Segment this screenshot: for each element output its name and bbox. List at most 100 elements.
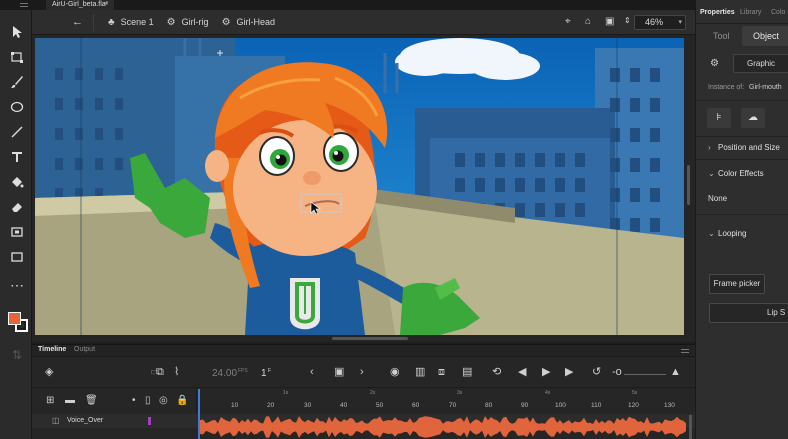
step-forward-icon[interactable]: ▶ (565, 366, 573, 379)
outline-icon[interactable]: ▯ (145, 395, 151, 406)
timeline-panel: Timeline Output ◈ ▭ ⧉ ⌇ 24.00 FPS 1 F ‹ … (32, 344, 695, 439)
layers-icon[interactable]: ◈ (45, 366, 53, 379)
eraser-tool-icon[interactable] (6, 197, 28, 217)
instance-label: Instance of: (708, 84, 745, 91)
timeline-scrollbar[interactable] (689, 415, 692, 439)
lock-icon[interactable]: 🔒 (176, 395, 188, 406)
selection-tool-icon[interactable] (6, 22, 28, 42)
next-keyframe-icon[interactable]: › (360, 366, 364, 379)
frame-picker-button[interactable]: Frame picker (709, 274, 765, 294)
tab-properties[interactable]: Properties (700, 9, 735, 16)
new-layer-icon[interactable]: ⊞ (46, 395, 54, 406)
text-tool-icon[interactable] (6, 147, 28, 167)
fps-value[interactable]: 24.00 (212, 368, 237, 379)
tab-library[interactable]: Library (740, 9, 761, 16)
timeline-ruler[interactable]: 1s 2s 3s 4s 5s 10 20 30 40 50 60 70 80 9… (198, 389, 695, 413)
frame-number: 90 (521, 402, 529, 409)
tab-tool[interactable]: Tool (713, 31, 730, 41)
swap-colors-icon[interactable]: ⇅ (6, 345, 28, 365)
play-icon[interactable]: ▶ (542, 366, 550, 379)
seconds-label: 4s (545, 390, 551, 396)
back-button[interactable]: ← (72, 16, 83, 28)
breadcrumb-girl-rig[interactable]: ⚙ Girl-rig (167, 17, 209, 28)
chevron-right-icon: › (708, 143, 711, 152)
breadcrumb-scene[interactable]: ♣ Scene 1 (108, 17, 154, 28)
graphic-symbol-icon: ⚙ (710, 58, 719, 69)
current-frame-value[interactable]: 1 (261, 368, 267, 379)
horizontal-scrollbar[interactable] (332, 337, 408, 340)
fit-frame-icon[interactable]: ▣ (605, 16, 614, 27)
free-transform-tool-icon[interactable] (6, 47, 28, 67)
insert-keyframe-icon[interactable]: ▣ (334, 366, 344, 379)
line-tool-icon[interactable] (6, 122, 28, 142)
symbol-type-value: Graphic (747, 59, 776, 68)
color-effect-select[interactable]: None (708, 194, 788, 206)
vertical-scrollbar[interactable] (687, 165, 690, 205)
divider (93, 13, 94, 31)
layer-color-chip[interactable] (148, 417, 151, 425)
panel-menu-icon[interactable] (681, 349, 689, 353)
divider (696, 159, 788, 160)
close-tab-icon[interactable]: × (104, 0, 108, 10)
paint-bucket-tool-icon[interactable] (6, 172, 28, 192)
fill-color-swatch[interactable] (8, 312, 21, 325)
oval-tool-icon[interactable] (6, 97, 28, 117)
tab-output[interactable]: Output (74, 346, 95, 353)
rectangle-tool-icon[interactable] (6, 247, 28, 267)
insert-frame-icon[interactable]: ▤ (462, 366, 472, 379)
breadcrumb-girl-head[interactable]: ⚙ Girl-Head (222, 17, 275, 28)
frame-number: 50 (376, 402, 384, 409)
symbol-type-select[interactable]: Graphic (733, 54, 788, 73)
center-stage-icon[interactable]: ⌖ (565, 16, 571, 27)
section-looping[interactable]: ⌄ Looping (708, 229, 746, 238)
document-tab-bar: AirU-Girl_beta.fla* × (0, 0, 695, 10)
stage-area[interactable] (32, 35, 695, 342)
properties-panel: Properties Library Colo Tool Object ⚙ Gr… (695, 0, 788, 439)
section-color-effects[interactable]: ⌄ Color Effects (708, 169, 764, 178)
step-back-icon[interactable]: ◀ (518, 366, 526, 379)
mountain-icon[interactable]: ▲ (670, 366, 681, 379)
more-tools-icon[interactable]: ⋯ (6, 275, 28, 295)
eye-icon[interactable]: ◎ (159, 395, 168, 406)
prev-keyframe-icon[interactable]: ‹ (310, 366, 314, 379)
audio-layer-icon: ◫ (52, 416, 60, 425)
tab-color[interactable]: Colo (771, 9, 785, 16)
divider (696, 136, 788, 137)
seconds-label: 3s (457, 390, 463, 396)
zoom-slider[interactable] (624, 374, 666, 375)
lip-sync-button[interactable]: Lip S (709, 303, 788, 323)
delete-layer-icon[interactable]: 🗑 (85, 395, 98, 406)
camera-tool-icon[interactable] (6, 222, 28, 242)
breadcrumb-label: Girl-Head (236, 17, 276, 27)
section-position-size[interactable]: › Position and Size (708, 143, 780, 152)
timeline-tab-bar: Timeline Output (32, 345, 695, 357)
graph-icon[interactable]: ⌇ (174, 366, 179, 379)
frame-number: 120 (628, 402, 639, 409)
rewind-icon[interactable]: ↺ (592, 366, 601, 379)
cartoon-scene[interactable] (35, 38, 684, 335)
tab-object[interactable]: Object (742, 26, 788, 46)
stage-canvas[interactable] (35, 38, 684, 335)
loop-icon[interactable]: ⟲ (492, 366, 501, 379)
clip-icon[interactable]: ⌂ (585, 16, 591, 27)
audio-waveform[interactable] (200, 414, 688, 439)
zoom-stepper-icon[interactable]: ⇕ (624, 16, 631, 25)
highlight-icon[interactable]: • (132, 395, 136, 406)
onion-skin-icon[interactable]: ◉ (390, 366, 400, 379)
tab-timeline[interactable]: Timeline (38, 346, 66, 353)
menu-grip-icon[interactable] (20, 3, 28, 7)
fill-stroke-swatches[interactable] (8, 312, 28, 332)
zoom-slider-icon[interactable]: -o (612, 366, 622, 379)
instance-value[interactable]: Girl-mouth (749, 84, 782, 91)
playhead[interactable] (198, 389, 200, 439)
edit-multiple-frames-icon[interactable]: ▥ (415, 366, 425, 379)
frame-number: 10 (231, 402, 239, 409)
create-tween-icon[interactable]: ⧈ (438, 366, 445, 379)
new-folder-icon[interactable]: ▬ (65, 395, 75, 406)
zoom-select[interactable]: 46% ▾ (634, 15, 686, 30)
parenting-icon[interactable]: ⧉ (156, 366, 164, 379)
layer-name[interactable]: Voice_Over (67, 417, 103, 424)
align-button[interactable]: ⊧ (707, 108, 731, 128)
swap-symbol-button[interactable]: ☁ (741, 108, 765, 128)
brush-tool-icon[interactable] (6, 72, 28, 92)
